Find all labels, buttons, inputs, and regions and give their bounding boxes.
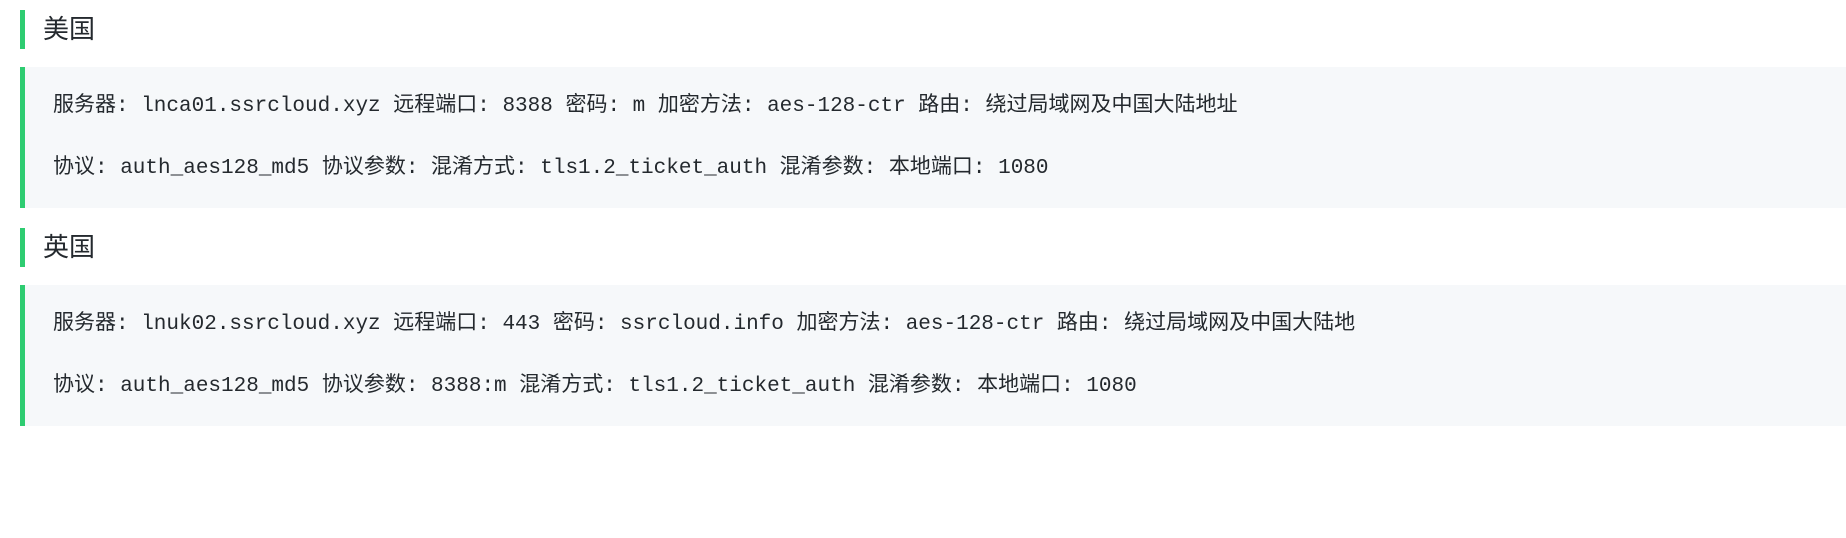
config-line: 协议: auth_aes128_md5 协议参数: 混淆方式: tls1.2_t… bbox=[53, 153, 1818, 185]
config-line: 服务器: lnca01.ssrcloud.xyz 远程端口: 8388 密码: … bbox=[53, 91, 1818, 123]
section-uk: 英国 服务器: lnuk02.ssrcloud.xyz 远程端口: 443 密码… bbox=[0, 228, 1846, 426]
heading-uk: 英国 bbox=[20, 228, 1846, 267]
config-block-us: 服务器: lnca01.ssrcloud.xyz 远程端口: 8388 密码: … bbox=[20, 67, 1846, 208]
section-us: 美国 服务器: lnca01.ssrcloud.xyz 远程端口: 8388 密… bbox=[0, 10, 1846, 208]
config-block-uk: 服务器: lnuk02.ssrcloud.xyz 远程端口: 443 密码: s… bbox=[20, 285, 1846, 426]
config-line: 协议: auth_aes128_md5 协议参数: 8388:m 混淆方式: t… bbox=[53, 371, 1818, 403]
config-line: 服务器: lnuk02.ssrcloud.xyz 远程端口: 443 密码: s… bbox=[53, 309, 1818, 341]
heading-us: 美国 bbox=[20, 10, 1846, 49]
